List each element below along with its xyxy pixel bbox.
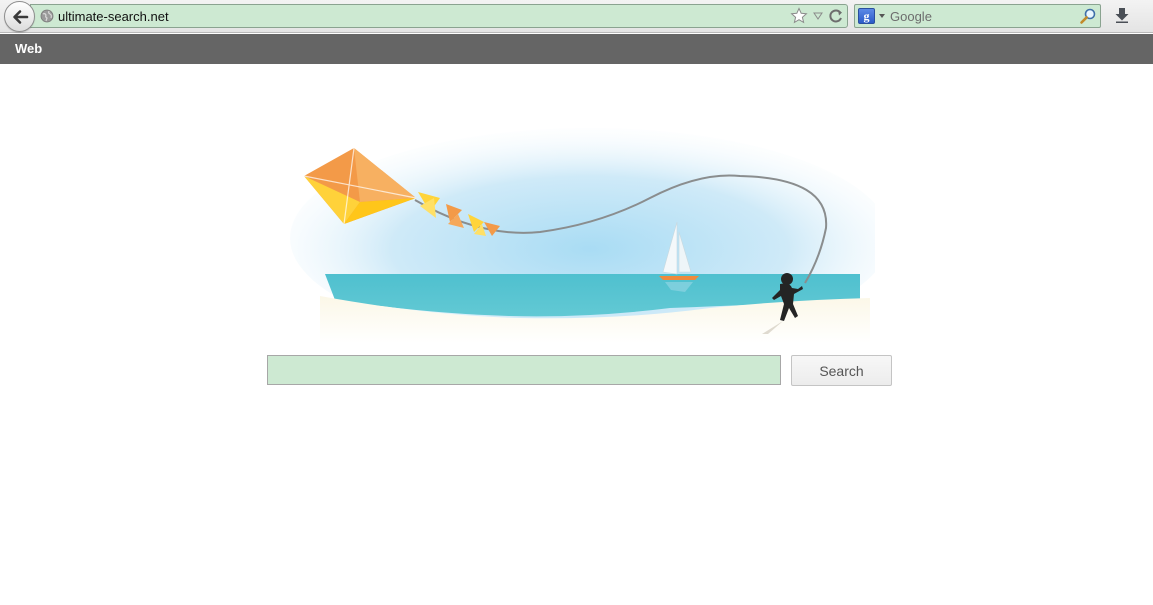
globe-icon: [40, 9, 54, 23]
back-arrow-icon: [12, 9, 28, 24]
browser-toolbar: ultimate-search.net g: [0, 0, 1153, 33]
address-bar[interactable]: ultimate-search.net: [30, 4, 848, 28]
nav-strip: Web: [0, 34, 1153, 64]
reload-icon[interactable]: [828, 8, 844, 24]
engine-letter: g: [863, 8, 870, 23]
url-text[interactable]: ultimate-search.net: [58, 9, 169, 24]
back-button[interactable]: [4, 1, 35, 32]
kite-beach-illustration: [290, 128, 875, 343]
magnifier-icon[interactable]: [1079, 7, 1097, 25]
download-arrow-icon[interactable]: [1113, 6, 1131, 24]
star-icon[interactable]: [790, 7, 808, 25]
main-search-input[interactable]: [267, 355, 781, 385]
nav-web-link[interactable]: Web: [15, 41, 42, 56]
engine-dropdown-icon[interactable]: [878, 12, 886, 20]
google-icon[interactable]: g: [858, 8, 875, 24]
browser-search-bar[interactable]: g: [854, 4, 1101, 28]
chevron-down-icon[interactable]: [812, 10, 824, 22]
browser-search-input[interactable]: [890, 7, 1075, 25]
search-button[interactable]: Search: [791, 355, 892, 386]
